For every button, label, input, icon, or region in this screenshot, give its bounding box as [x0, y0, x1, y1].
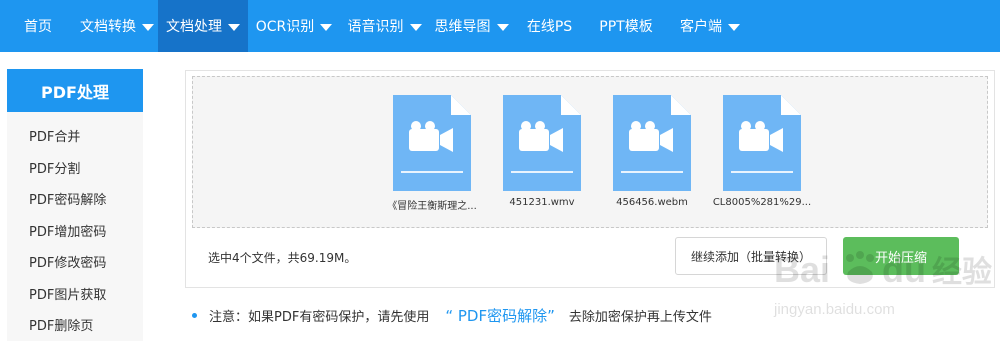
top-nav: 首页 文档转换 文档处理 OCR识别 语音识别 思维导图 在线PS PPT模板 … — [0, 0, 1000, 52]
svg-text:jingyan.baidu.com: jingyan.baidu.com — [773, 301, 895, 318]
baidu-jingyan-watermark: Bai du 经验 jingyan.baidu.com — [773, 249, 992, 318]
file-name: CL8005%281%29... — [712, 197, 812, 208]
caret-down-icon — [320, 23, 333, 31]
caret-down-icon — [409, 23, 422, 31]
nav-item-label: 在线PS — [526, 19, 573, 35]
sidebar-item-pdf-extract-images[interactable]: PDF图片获取 — [7, 278, 143, 310]
notice-prefix: 注意：如果PDF有密码保护，请先使用 — [209, 310, 430, 325]
file-name: 《冒险王衡斯理之... — [387, 201, 477, 212]
notice-suffix: 去除加密保护再上传文件 — [568, 310, 712, 325]
file-item[interactable]: 456456.webm — [602, 95, 702, 208]
svg-text:Bai: Bai — [774, 249, 830, 290]
sidebar-item-pdf-delete-pages[interactable]: PDF删除页 — [7, 309, 143, 341]
caret-down-icon — [496, 23, 509, 31]
nav-item-client[interactable]: 客户端 — [667, 0, 753, 52]
svg-text:经验: 经验 — [932, 255, 992, 289]
pdf-unlock-link[interactable]: “ PDF密码解除” — [445, 305, 555, 326]
file-dropzone[interactable]: 《冒险王衡斯理之... 451231.wmv 456456.webm CL800… — [192, 76, 988, 228]
sidebar-title: PDF处理 — [7, 69, 143, 112]
selection-summary: 选中4个文件，共69.19M。 — [208, 251, 357, 265]
bullet-icon — [192, 313, 197, 318]
caret-down-icon — [728, 23, 740, 31]
sidebar-item-pdf-split[interactable]: PDF分割 — [7, 152, 143, 184]
video-file-icon — [723, 95, 801, 191]
nav-item-home[interactable]: 首页 — [0, 0, 76, 52]
video-file-icon — [613, 95, 691, 191]
nav-item-label: 首页 — [24, 19, 52, 35]
nav-item-label: 文档处理 — [166, 19, 222, 35]
file-item[interactable]: 《冒险王衡斯理之... — [382, 95, 482, 212]
nav-item-doc-process[interactable]: 文档处理 — [158, 0, 248, 52]
file-item[interactable]: 451231.wmv — [492, 95, 592, 208]
video-file-icon — [393, 95, 471, 191]
caret-down-icon — [142, 23, 154, 31]
nav-item-online-ps[interactable]: 在线PS — [514, 0, 585, 52]
sidebar-item-pdf-change-password[interactable]: PDF修改密码 — [7, 246, 143, 278]
nav-item-label: PPT模板 — [599, 19, 653, 35]
nav-item-label: OCR识别 — [255, 19, 315, 35]
sidebar-item-pdf-add-password[interactable]: PDF增加密码 — [7, 215, 143, 247]
nav-item-ppt[interactable]: PPT模板 — [585, 0, 667, 52]
nav-item-label: 语音识别 — [347, 19, 404, 35]
file-item[interactable]: CL8005%281%29... — [712, 95, 812, 208]
nav-item-label: 思维导图 — [434, 19, 491, 35]
sidebar-list: PDF合并 PDF分割 PDF密码解除 PDF增加密码 PDF修改密码 PDF图… — [7, 112, 143, 341]
nav-item-label: 文档转换 — [80, 19, 136, 35]
nav-item-ocr[interactable]: OCR识别 — [248, 0, 340, 52]
video-file-icon — [503, 95, 581, 191]
svg-text:du: du — [882, 249, 926, 290]
sidebar: PDF处理 PDF合并 PDF分割 PDF密码解除 PDF增加密码 PDF修改密… — [7, 69, 143, 341]
sidebar-item-pdf-merge[interactable]: PDF合并 — [7, 120, 143, 152]
file-name: 451231.wmv — [509, 197, 575, 208]
sidebar-item-pdf-unlock[interactable]: PDF密码解除 — [7, 183, 143, 215]
file-name: 456456.webm — [616, 197, 688, 208]
nav-item-speech[interactable]: 语音识别 — [340, 0, 429, 52]
nav-item-doc-convert[interactable]: 文档转换 — [76, 0, 158, 52]
nav-item-mindmap[interactable]: 思维导图 — [429, 0, 514, 52]
caret-down-icon — [228, 23, 240, 31]
notice: 注意：如果PDF有密码保护，请先使用 “ PDF密码解除” 去除加密保护再上传文… — [192, 305, 712, 326]
nav-item-label: 客户端 — [680, 19, 722, 35]
